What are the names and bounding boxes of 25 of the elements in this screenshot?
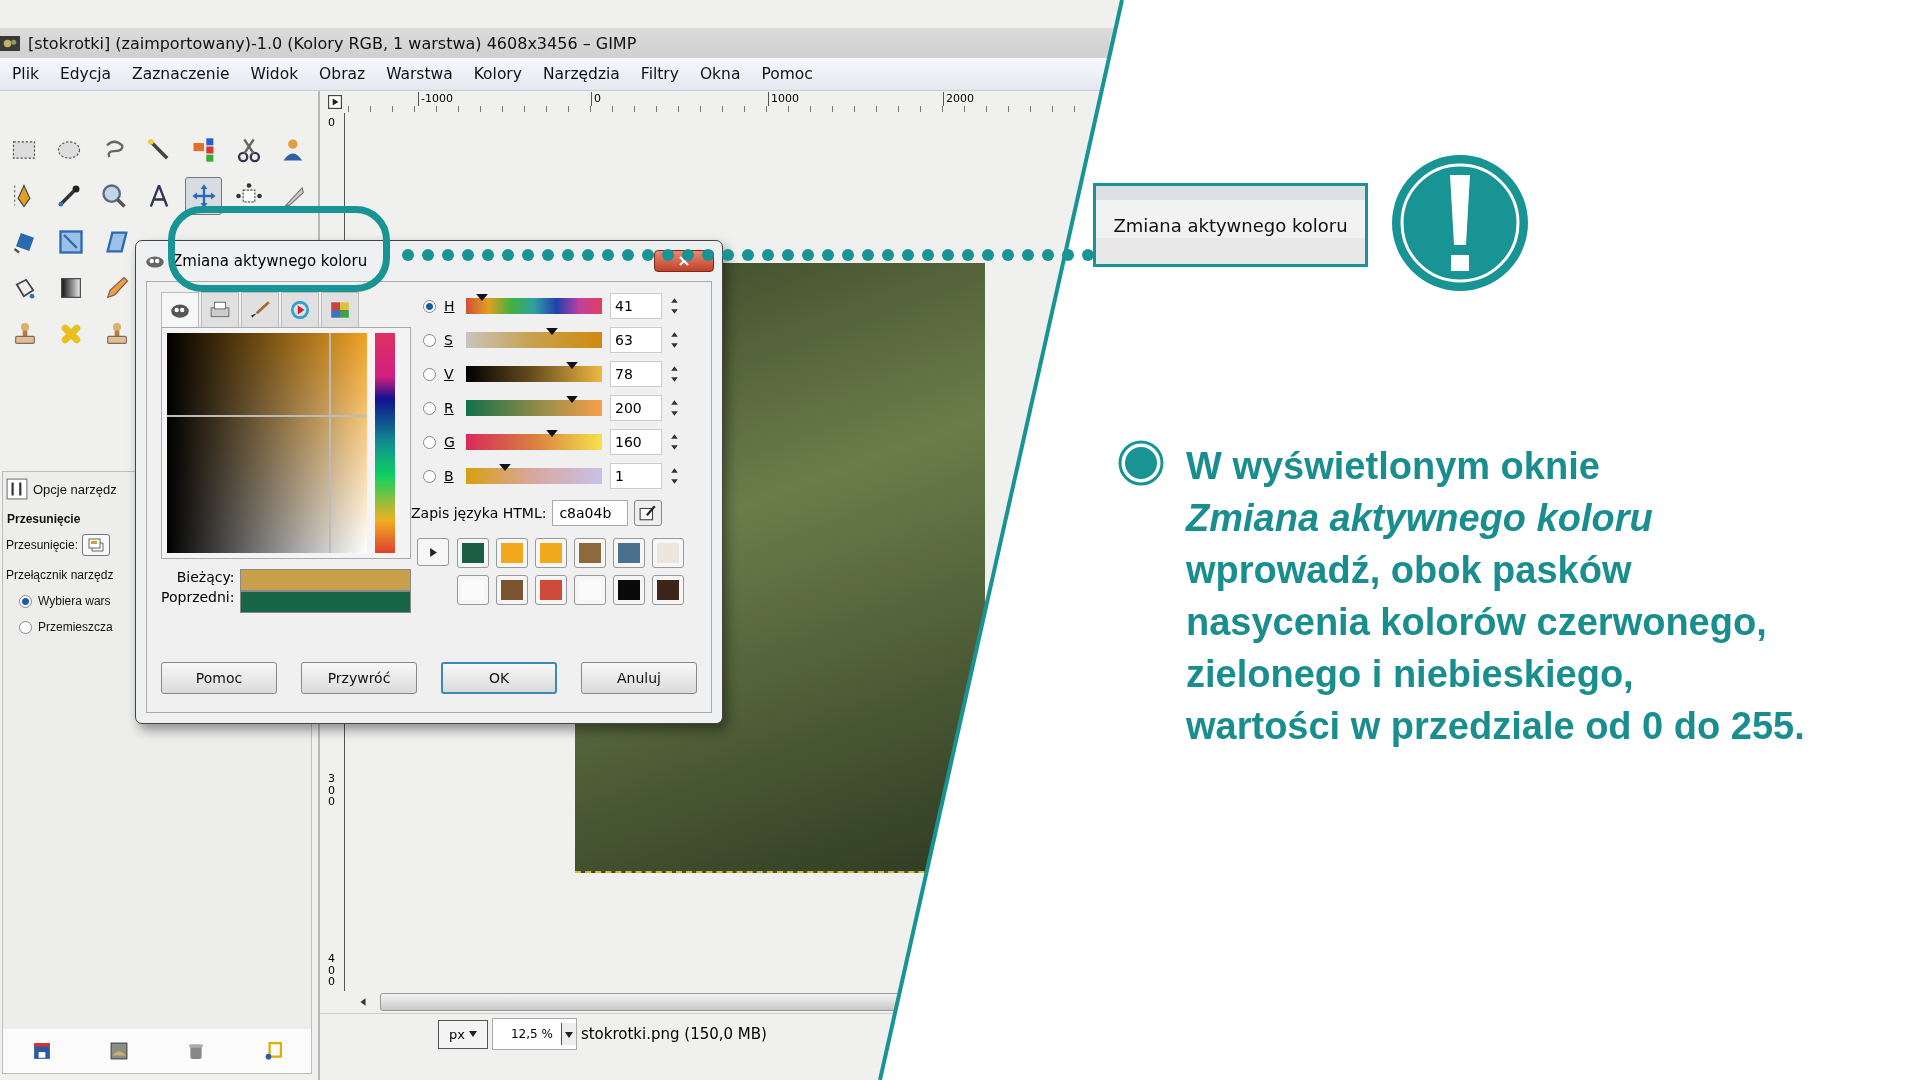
html-label: Zapis języka HTML: — [411, 505, 547, 521]
color-label: Poprzedni: — [161, 589, 235, 605]
channel-label: V — [444, 366, 455, 382]
channel-label: B — [444, 468, 455, 484]
file-info: stokrotki.png (150,0 MB) — [580, 1025, 767, 1043]
option-label: Przesunięcie: — [6, 538, 79, 552]
channel-label: S — [444, 332, 454, 348]
channel-label: G — [444, 434, 456, 450]
ruler-label: 400 — [328, 953, 335, 988]
instruction-text: W wyświetlonym oknie Zmiana aktywnego koloru wprowadź, obok pasków nasycenia kolorów czerwonego, zielonego i niebieskiego, wartości w przedziale od 0 do 255. — [1186, 444, 1805, 749]
panel-title: Opcje narzędz — [33, 481, 117, 497]
ruler-label: 0 — [328, 117, 335, 129]
callout-text: Zmiana aktywnego koloru — [1113, 214, 1348, 236]
ruler-label: 300 — [328, 773, 335, 808]
ruler-label: 0 — [591, 92, 601, 106]
option-label: Przełącznik narzędz — [6, 568, 114, 582]
ruler-label: -1000 — [418, 92, 453, 106]
channel-label: R — [444, 400, 455, 416]
channel-label: H — [444, 298, 456, 314]
ruler-label: 1000 — [768, 92, 799, 106]
window-title: [stokrotki] (zaimportowany)-1.0 (Kolory RGB, 1 warstwa) 4608x3456 – GIMP — [28, 33, 637, 53]
section-heading: Przesunięcie — [6, 511, 82, 528]
ruler-label: 2000 — [943, 92, 974, 106]
color-label: Bieżący: — [176, 569, 235, 585]
dialog-title: Zmiana aktywnego koloru — [172, 252, 368, 270]
